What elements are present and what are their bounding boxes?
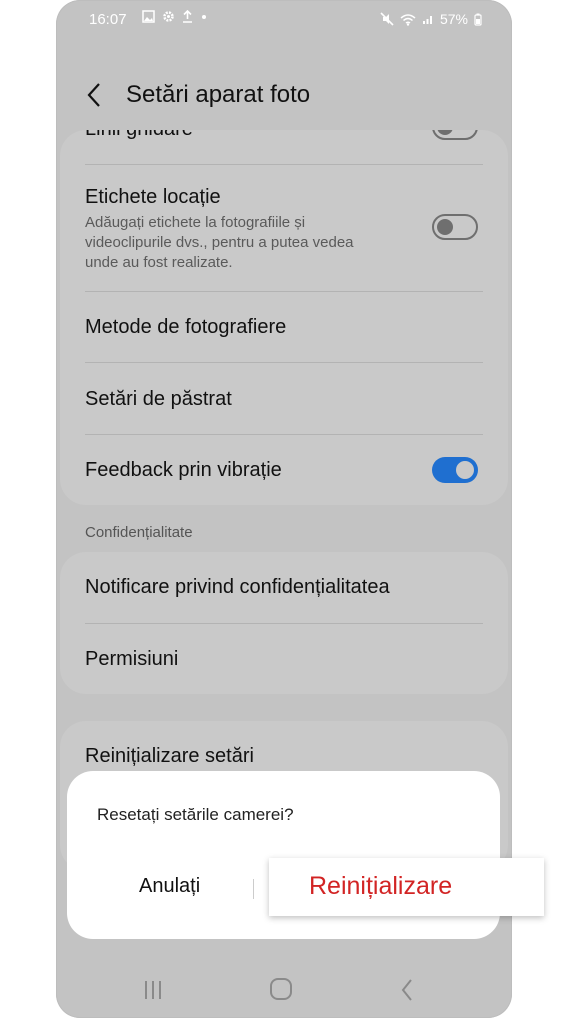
partial-item-label: Linii ghidare [85, 130, 193, 141]
vibration-feedback-label: Feedback prin vibrație [85, 459, 282, 481]
location-tags-row[interactable]: Etichete locație Adăugați etichete la fo… [85, 186, 483, 273]
signal-icon [422, 16, 432, 24]
nav-back-icon[interactable] [400, 978, 414, 1002]
battery-icon [474, 13, 482, 26]
status-right-icons: 57% [380, 11, 482, 27]
reset-settings-label: Reinițializare setări [85, 745, 254, 767]
back-icon[interactable] [84, 82, 106, 108]
divider [85, 434, 483, 435]
page-title: Setări aparat foto [126, 81, 311, 108]
location-tags-toggle[interactable] [432, 214, 478, 240]
mute-icon [380, 12, 394, 26]
status-bar: 16:07 57% [56, 0, 512, 38]
privacy-notice-row[interactable]: Notificare privind confidențialitatea [85, 576, 483, 599]
wifi-icon [400, 13, 416, 26]
battery-percent: 57% [439, 11, 468, 27]
recent-apps-icon[interactable] [143, 980, 163, 1000]
shooting-methods-label: Metode de fotografiere [85, 316, 287, 338]
location-tags-label: Etichete locație [85, 186, 221, 208]
vibration-feedback-toggle[interactable] [432, 457, 478, 483]
shooting-methods-row[interactable]: Metode de fotografiere [85, 316, 483, 339]
dialog-message: Resetați setările camerei? [97, 805, 294, 824]
partial-item-toggle[interactable] [432, 130, 478, 140]
partial-item-row[interactable]: Linii ghidare [60, 130, 508, 142]
privacy-section-header: Confidențialitate [85, 524, 193, 541]
location-tags-description: Adăugați etichete la fotografiile și vid… [85, 214, 354, 271]
reset-settings-row[interactable]: Reinițializare setări [85, 745, 483, 768]
reset-confirm-button[interactable]: Reinițializare [269, 858, 544, 916]
settings-card-privacy: Notificare privind confidențialitatea Pe… [60, 552, 508, 694]
app-bar: Setări aparat foto [56, 70, 512, 122]
vibration-feedback-row[interactable]: Feedback prin vibrație [85, 459, 483, 482]
dot-icon [202, 15, 206, 19]
divider [85, 291, 483, 292]
reset-confirm-label: Reinițializare [309, 872, 453, 900]
permissions-row[interactable]: Permisiuni [85, 648, 483, 671]
image-icon [142, 10, 155, 23]
settings-to-keep-row[interactable]: Setări de păstrat [85, 388, 483, 411]
cancel-button[interactable]: Anulați [139, 875, 200, 898]
permissions-label: Permisiuni [85, 648, 179, 670]
upload-icon [183, 10, 192, 23]
gear-icon [163, 11, 174, 22]
divider [85, 362, 483, 363]
divider [85, 164, 483, 165]
privacy-notice-label: Notificare privind confidențialitatea [85, 576, 390, 598]
dialog-button-divider [253, 879, 254, 899]
settings-card-general: Linii ghidare Etichete locație Adăugați … [60, 130, 508, 505]
home-icon[interactable] [270, 978, 292, 1000]
navigation-bar [56, 968, 512, 1018]
settings-to-keep-label: Setări de păstrat [85, 388, 232, 410]
divider [85, 623, 483, 624]
status-time: 16:07 [89, 11, 127, 28]
status-left-icons [142, 10, 208, 23]
